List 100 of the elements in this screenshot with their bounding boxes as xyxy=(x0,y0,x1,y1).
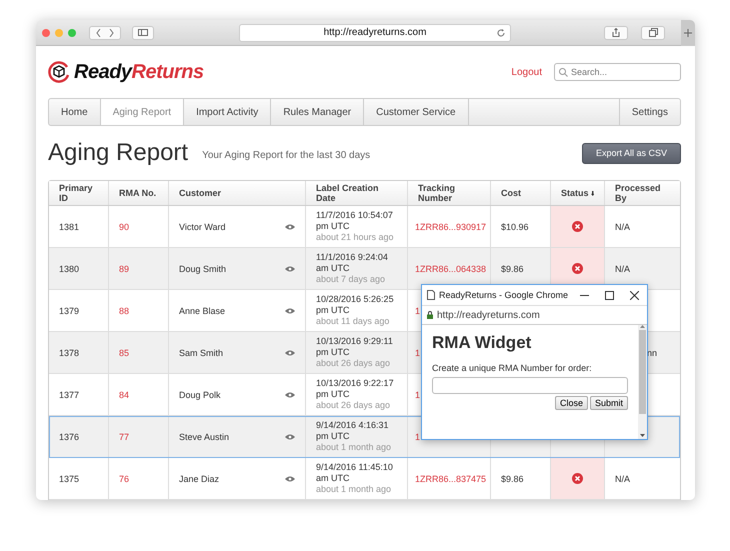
dialog-button[interactable]: Close xyxy=(554,396,588,410)
table-cell: 1376 xyxy=(59,432,80,442)
table-cell: 1375 xyxy=(59,474,80,484)
new-tab-button[interactable] xyxy=(681,20,695,46)
nav-tab[interactable]: Customer Service xyxy=(364,99,469,125)
back-forward-button[interactable] xyxy=(89,26,121,40)
close-icon[interactable] xyxy=(630,290,639,300)
nav-tab[interactable]: Import Activity xyxy=(184,99,272,125)
dialog-button[interactable]: Submit xyxy=(590,396,628,410)
table-cell: 1379 xyxy=(59,306,80,316)
column-header: RMA No. xyxy=(109,181,169,205)
nav-tab[interactable]: Aging Report xyxy=(100,99,184,125)
eye-icon xyxy=(285,476,295,482)
rma-link[interactable]: 88 xyxy=(119,306,130,316)
tabs-button[interactable] xyxy=(641,26,665,40)
table-cell: Jane Diaz xyxy=(179,474,220,484)
column-header: Primary ID xyxy=(49,181,109,205)
plus-icon xyxy=(684,28,692,36)
table-cell-text: 9/14/2016 4:16:31 pm UTC xyxy=(316,420,390,442)
rma-link[interactable]: 90 xyxy=(119,222,130,232)
nav-tab[interactable]: Settings xyxy=(618,99,680,125)
export-button[interactable]: Export All as CSV xyxy=(582,142,681,164)
error-icon xyxy=(572,473,583,484)
time-ago: about 11 days ago xyxy=(316,316,390,327)
table-row[interactable]: 1375 76 Jane Diaz 9/14/2016 11:45:10 am UTC about 1 month ago 1ZRR86...837475 $9.86 N/A xyxy=(49,458,680,500)
reload-icon[interactable] xyxy=(497,28,505,36)
document-icon xyxy=(427,290,435,300)
rma-link[interactable]: 89 xyxy=(119,264,130,274)
maximize-icon[interactable] xyxy=(605,290,614,300)
chevrons-icon xyxy=(95,28,115,36)
lock-icon xyxy=(427,311,433,319)
rma-link[interactable]: 84 xyxy=(119,390,130,400)
popup-url: http://readyreturns.com xyxy=(437,310,540,320)
table-cell-text: 9/14/2016 11:45:10 am UTC xyxy=(316,462,394,484)
column-header: Customer xyxy=(169,181,306,205)
table-row[interactable]: 1380 89 Doug Smith 11/1/2016 9:24:04 am UTC about 7 days ago 1ZRR86...064338 $9.86 N/A xyxy=(49,248,680,290)
table-cell: N/A xyxy=(615,474,630,484)
sidebar-button[interactable] xyxy=(132,26,154,40)
table-cell-text: 11/1/2016 9:24:04 am UTC xyxy=(316,252,389,274)
logout-link[interactable]: Logout xyxy=(511,66,542,78)
table-cell-text: 10/13/2016 9:29:11 pm UTC xyxy=(316,336,394,358)
sort-arrow-icon xyxy=(590,190,594,196)
scroll-up-icon[interactable] xyxy=(640,325,645,328)
rma-number-field[interactable] xyxy=(432,377,628,394)
time-ago: about 1 month ago xyxy=(316,484,392,495)
tracking-link[interactable]: 1 xyxy=(415,348,420,358)
tracking-link[interactable]: 1ZRR86...064338 xyxy=(415,264,486,274)
table-cell: N/A xyxy=(615,264,630,274)
table-cell: Doug Smith xyxy=(179,264,226,274)
time-ago: about 26 days ago xyxy=(316,400,390,411)
table-cell: Sam Smith xyxy=(179,348,224,358)
logo-icon xyxy=(48,61,70,83)
table-cell: 1377 xyxy=(59,390,80,400)
table-cell: 1380 xyxy=(59,264,80,274)
column-header: Label Creation Date xyxy=(306,181,408,205)
nav-tab[interactable]: Rules Manager xyxy=(271,99,364,125)
address-bar[interactable]: http://readyreturns.com xyxy=(239,24,511,42)
share-button[interactable] xyxy=(604,26,628,40)
field-label: Create a unique RMA Number for order: xyxy=(432,363,593,373)
table-cell: Steve Austin xyxy=(179,432,230,442)
table-cell-text: 11/7/2016 10:54:07 pm UTC xyxy=(316,210,394,232)
scrollbar[interactable] xyxy=(638,325,647,439)
rma-link[interactable]: 76 xyxy=(119,474,130,484)
eye-icon xyxy=(285,266,295,272)
time-ago: about 21 hours ago xyxy=(316,232,394,243)
widget-heading: RMA Widget xyxy=(432,333,532,353)
table-cell: $9.86 xyxy=(501,474,524,484)
tracking-link[interactable]: 1 xyxy=(415,432,420,442)
table-cell: N/A xyxy=(615,222,630,232)
column-header: Tracking Number xyxy=(408,181,491,205)
tracking-link[interactable]: 1ZRR86...930917 xyxy=(415,222,486,232)
scroll-down-icon[interactable] xyxy=(640,434,645,437)
tracking-link[interactable]: 1 xyxy=(415,390,420,400)
time-ago: about 7 days ago xyxy=(316,274,386,285)
logo-text: ReadyReturns xyxy=(74,60,204,84)
table-cell: Victor Ward xyxy=(179,222,226,232)
eye-icon xyxy=(285,224,295,230)
column-header: Processed By xyxy=(614,182,662,205)
time-ago: about 1 month ago xyxy=(316,442,392,453)
time-ago: about 26 days ago xyxy=(316,358,390,369)
eye-icon xyxy=(285,350,295,356)
error-icon xyxy=(572,221,583,232)
table-cell: Doug Polk xyxy=(179,390,221,400)
tracking-link[interactable]: 1 xyxy=(415,306,420,316)
table-cell: 1378 xyxy=(59,348,80,358)
eye-icon xyxy=(285,434,295,440)
share-icon xyxy=(612,28,620,37)
table-cell: $9.86 xyxy=(501,264,524,274)
tabs-icon xyxy=(648,28,658,37)
rma-link[interactable]: 77 xyxy=(119,432,130,442)
rma-link[interactable]: 85 xyxy=(119,348,130,358)
column-header: Cost xyxy=(491,181,551,205)
column-header[interactable]: Status xyxy=(551,181,605,205)
eye-icon xyxy=(285,392,295,398)
sidebar-icon xyxy=(138,29,148,36)
close-button[interactable] xyxy=(42,28,50,36)
tracking-link[interactable]: 1ZRR86...837475 xyxy=(415,474,486,484)
error-icon xyxy=(572,263,583,274)
search-field[interactable]: Search... xyxy=(554,63,681,81)
table-cell: 1381 xyxy=(59,222,80,232)
